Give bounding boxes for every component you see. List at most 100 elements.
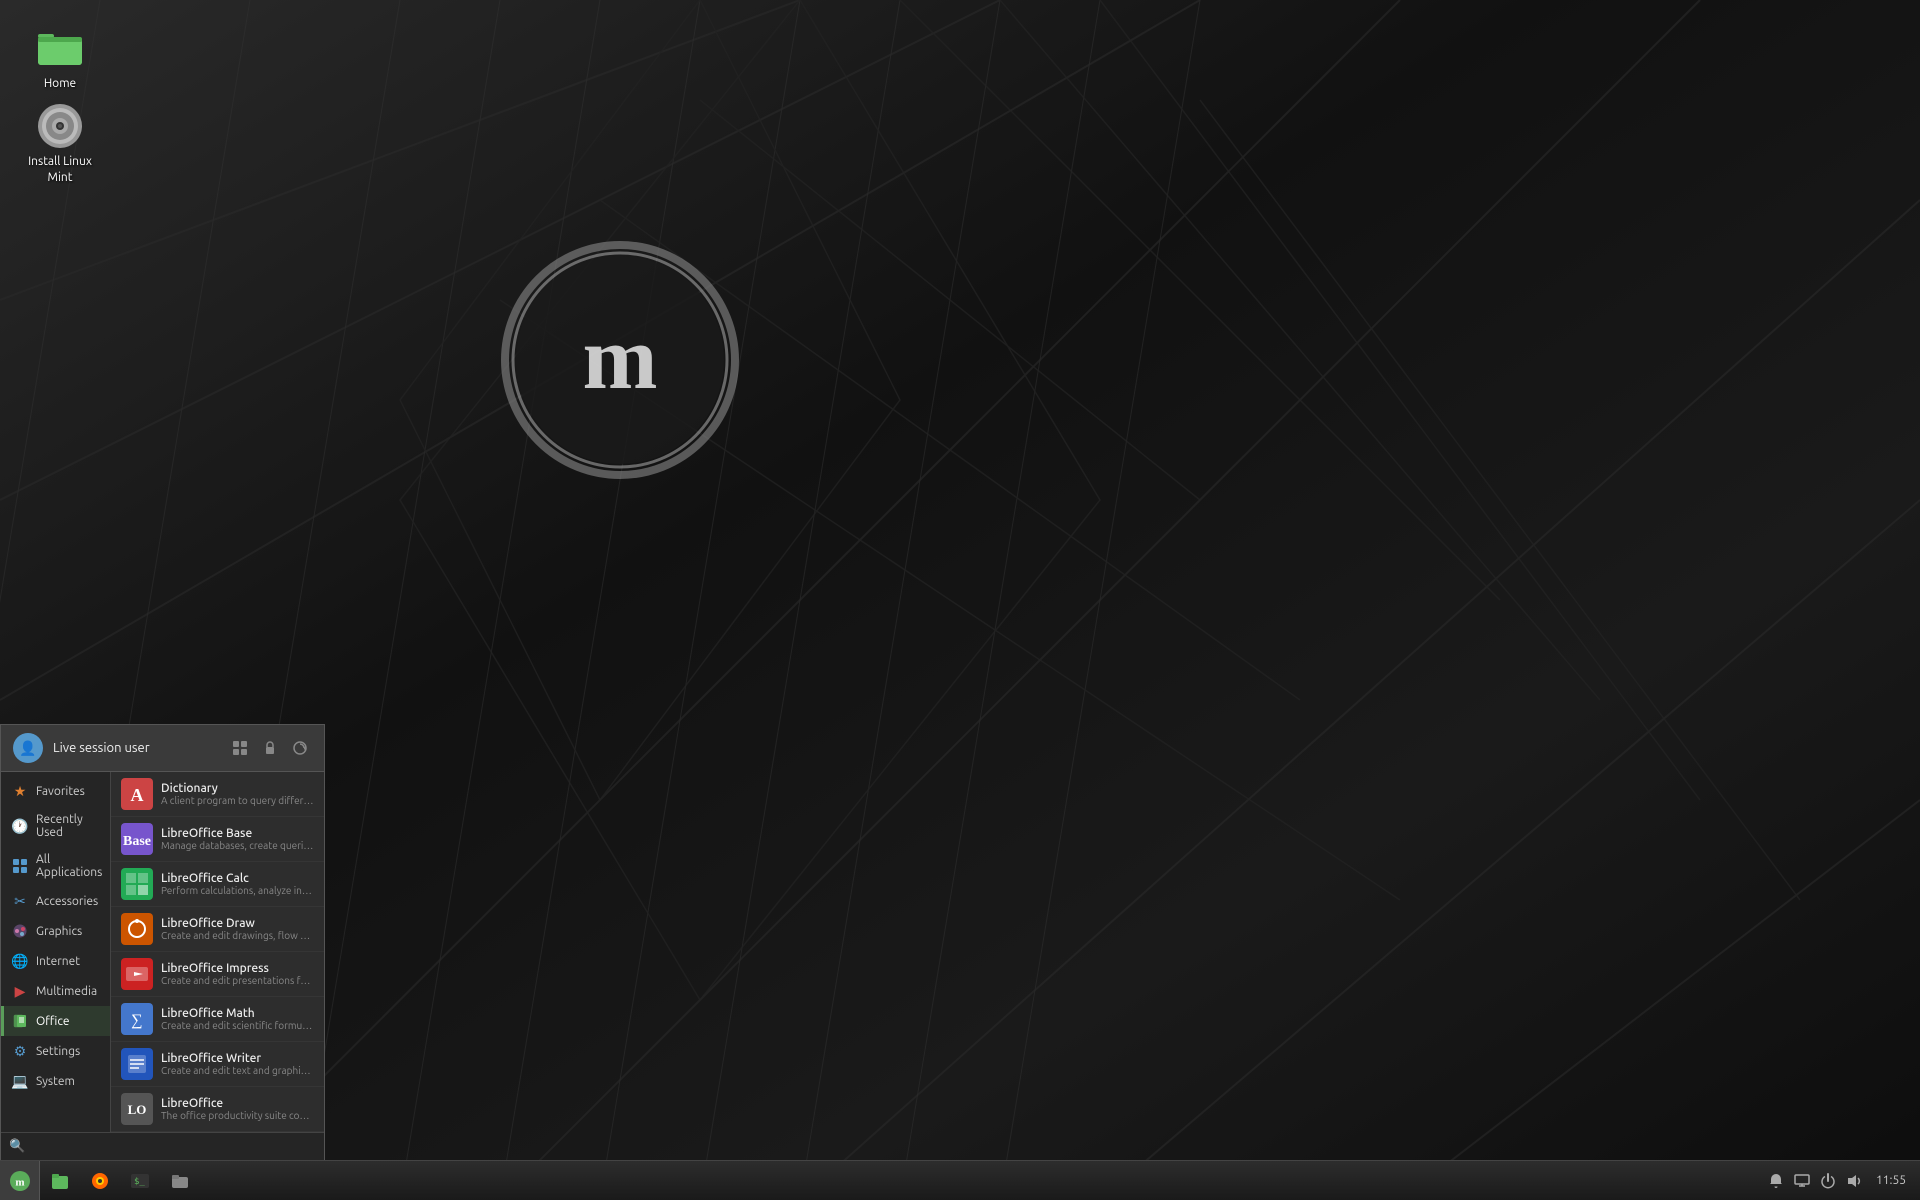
svg-text:LO: LO <box>128 1102 147 1117</box>
lo-math-desc: Create and edit scientific formulas and … <box>161 1020 314 1031</box>
start-menu: 👤 Live session user ★ Favorites <box>0 724 325 1160</box>
lo-calc-desc: Perform calculations, analyze informatio… <box>161 885 314 896</box>
app-item-lo-math[interactable]: ∑ LibreOffice Math Create and edit scien… <box>111 997 324 1042</box>
office-label: Office <box>36 1015 70 1028</box>
home-icon-label: Home <box>44 76 76 92</box>
all-apps-label: All Applications <box>36 853 102 879</box>
lo-base-name: LibreOffice Base <box>161 827 314 840</box>
system-clock[interactable]: 11:55 <box>1870 1173 1912 1189</box>
sidebar-item-multimedia[interactable]: ▶ Multimedia <box>1 976 110 1006</box>
desktop-icon-install[interactable]: Install Linux Mint <box>20 98 100 189</box>
app-item-lo-calc[interactable]: LibreOffice Calc Perform calculations, a… <box>111 862 324 907</box>
display-icon[interactable] <box>1792 1171 1812 1191</box>
home-folder-icon <box>36 24 84 72</box>
lo-draw-app-text: LibreOffice Draw Create and edit drawing… <box>161 917 314 941</box>
lo-base-app-icon: Base <box>121 823 153 855</box>
settings-icon: ⚙ <box>12 1043 28 1059</box>
user-avatar: 👤 <box>13 733 43 763</box>
app-item-lo-draw[interactable]: LibreOffice Draw Create and edit drawing… <box>111 907 324 952</box>
sidebar-item-recently-used[interactable]: 🕐 Recently Used <box>1 806 110 846</box>
lo-impress-app-icon <box>121 958 153 990</box>
menu-sidebar: ★ Favorites 🕐 Recently Used All Applicat… <box>1 772 111 1132</box>
lo-base-app-text: LibreOffice Base Manage databases, creat… <box>161 827 314 851</box>
lo-calc-app-icon <box>121 868 153 900</box>
svg-text:m: m <box>15 1176 24 1188</box>
lo-math-name: LibreOffice Math <box>161 1007 314 1020</box>
sidebar-item-graphics[interactable]: Graphics <box>1 916 110 946</box>
internet-icon: 🌐 <box>12 953 28 969</box>
app-item-lo-impress[interactable]: LibreOffice Impress Create and edit pres… <box>111 952 324 997</box>
lo-writer-desc: Create and edit text and graphics in let… <box>161 1065 314 1076</box>
taskbar-folder-button[interactable] <box>162 1161 198 1200</box>
mint-logo: m <box>490 230 750 490</box>
svg-text:m: m <box>583 309 658 408</box>
sidebar-item-accessories[interactable]: ✂ Accessories <box>1 886 110 916</box>
install-icon-label: Install Linux Mint <box>28 154 92 185</box>
sidebar-item-all-applications[interactable]: All Applications <box>1 846 110 886</box>
lo-draw-desc: Create and edit drawings, flow charts an… <box>161 930 314 941</box>
desktop: m Home <box>0 0 1920 1200</box>
office-icon <box>12 1013 28 1029</box>
taskbar-terminal-button[interactable]: $_ <box>122 1161 158 1200</box>
svg-text:Base: Base <box>123 834 151 849</box>
lo-writer-name: LibreOffice Writer <box>161 1052 314 1065</box>
recently-used-icon: 🕐 <box>12 818 28 834</box>
dictionary-app-icon: A <box>121 778 153 810</box>
dictionary-desc: A client program to query different dict… <box>161 795 314 806</box>
taskbar-right: 11:55 <box>1766 1161 1920 1200</box>
libreoffice-app-icon: LO <box>121 1093 153 1125</box>
recently-used-label: Recently Used <box>36 813 102 839</box>
sidebar-item-favorites[interactable]: ★ Favorites <box>1 776 110 806</box>
libreoffice-app-text: LibreOffice The office productivity suit… <box>161 1097 314 1121</box>
sidebar-item-system[interactable]: 💻 System <box>1 1066 110 1096</box>
libreoffice-desc: The office productivity suite compatible… <box>161 1110 314 1121</box>
graphics-label: Graphics <box>36 925 82 938</box>
sidebar-item-office[interactable]: Office <box>1 1006 110 1036</box>
accessories-label: Accessories <box>36 895 98 908</box>
taskbar-left: m $_ <box>0 1161 200 1200</box>
taskbar-firefox-button[interactable] <box>82 1161 118 1200</box>
lo-calc-name: LibreOffice Calc <box>161 872 314 885</box>
accessories-icon: ✂ <box>12 893 28 909</box>
lo-impress-app-text: LibreOffice Impress Create and edit pres… <box>161 962 314 986</box>
app-item-dictionary[interactable]: A Dictionary A client program to query d… <box>111 772 324 817</box>
app-item-libreoffice[interactable]: LO LibreOffice The office productivity s… <box>111 1087 324 1132</box>
internet-label: Internet <box>36 955 80 968</box>
taskbar: m $_ <box>0 1160 1920 1200</box>
svg-text:A: A <box>131 785 144 805</box>
volume-icon[interactable] <box>1844 1171 1864 1191</box>
desktop-icon-home[interactable]: Home <box>20 20 100 96</box>
lo-calc-app-text: LibreOffice Calc Perform calculations, a… <box>161 872 314 896</box>
lock-screen-button[interactable] <box>258 736 282 760</box>
lo-base-desc: Manage databases, create queries and r..… <box>161 840 314 851</box>
lo-impress-name: LibreOffice Impress <box>161 962 314 975</box>
logout-button[interactable] <box>288 736 312 760</box>
lo-writer-app-icon <box>121 1048 153 1080</box>
all-apps-icon <box>12 858 28 874</box>
system-icon: 💻 <box>12 1073 28 1089</box>
search-input[interactable] <box>31 1140 316 1154</box>
app-item-lo-base[interactable]: Base LibreOffice Base Manage databases, … <box>111 817 324 862</box>
notification-bell-icon[interactable] <box>1766 1171 1786 1191</box>
lo-math-app-icon: ∑ <box>121 1003 153 1035</box>
software-manager-button[interactable] <box>228 736 252 760</box>
search-icon: 🔍 <box>9 1139 25 1154</box>
taskbar-files-button[interactable] <box>42 1161 78 1200</box>
multimedia-label: Multimedia <box>36 985 97 998</box>
username-label: Live session user <box>53 741 218 755</box>
app-item-lo-writer[interactable]: LibreOffice Writer Create and edit text … <box>111 1042 324 1087</box>
lo-impress-desc: Create and edit presentations for slides… <box>161 975 314 986</box>
settings-label: Settings <box>36 1045 80 1058</box>
svg-text:∑: ∑ <box>131 1012 142 1029</box>
power-icon[interactable] <box>1818 1171 1838 1191</box>
libreoffice-name: LibreOffice <box>161 1097 314 1110</box>
sidebar-item-settings[interactable]: ⚙ Settings <box>1 1036 110 1066</box>
menu-header: 👤 Live session user <box>1 725 324 772</box>
graphics-icon <box>12 923 28 939</box>
lo-draw-app-icon <box>121 913 153 945</box>
lo-draw-name: LibreOffice Draw <box>161 917 314 930</box>
install-dvd-icon <box>36 102 84 150</box>
start-button[interactable]: m <box>0 1161 40 1200</box>
menu-search-bar: 🔍 <box>1 1132 324 1160</box>
sidebar-item-internet[interactable]: 🌐 Internet <box>1 946 110 976</box>
